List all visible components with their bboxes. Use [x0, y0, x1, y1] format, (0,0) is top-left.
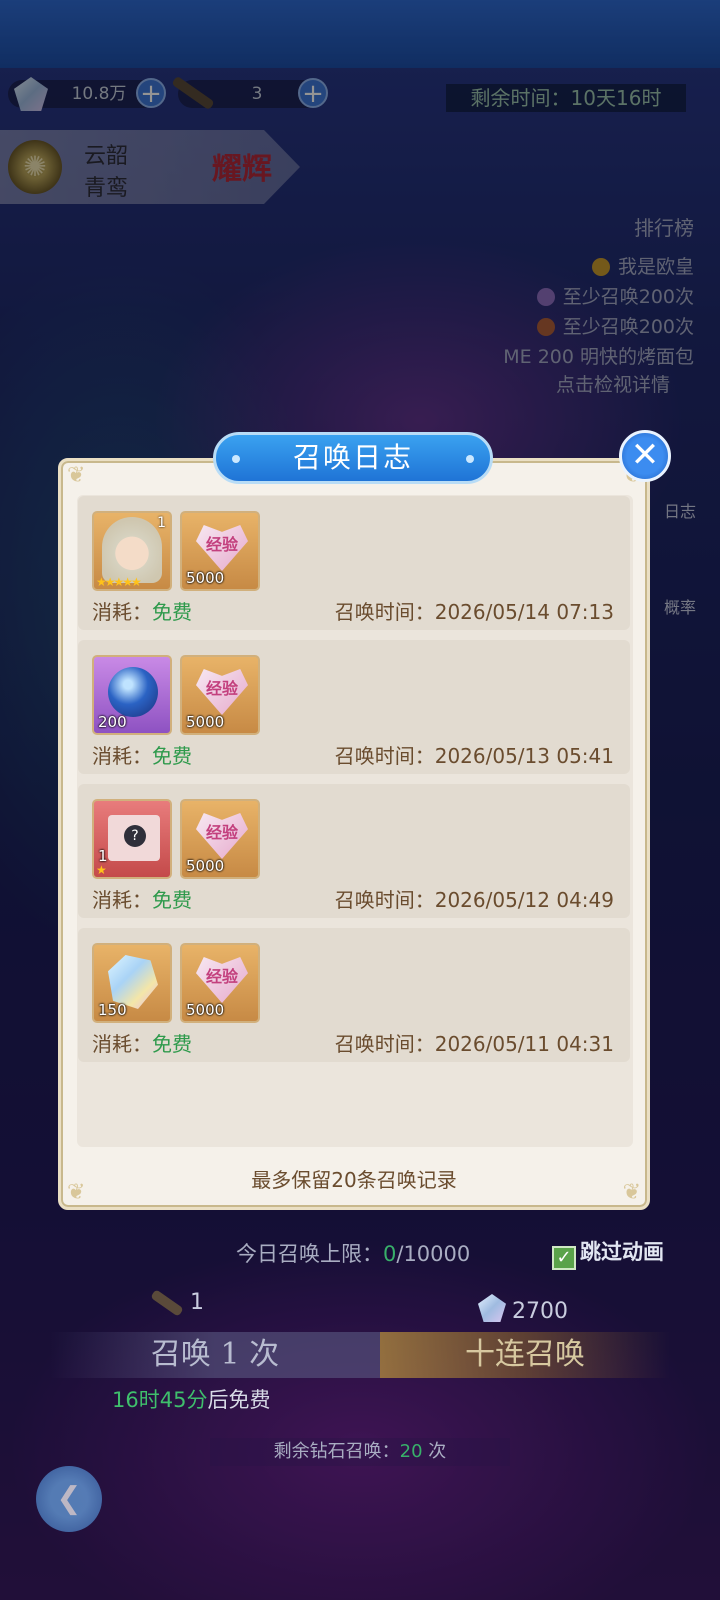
diamond-icon — [478, 1294, 506, 1322]
diamond-cost: 2700 — [478, 1290, 568, 1324]
exp-heart-icon: 经验 — [196, 957, 248, 1003]
remaining-diamond-summons: 剩余钻石召唤：20 次 — [210, 1438, 510, 1466]
mystery-box-icon: ? — [108, 815, 160, 861]
close-icon: ✕ — [630, 435, 660, 475]
cost-text: 消耗：免费 — [92, 888, 192, 912]
reward-item[interactable]: 经验 5000 — [180, 799, 260, 879]
log-footer-note: 最多保留20条召唤记录 — [251, 1168, 457, 1192]
summon-time: 召唤时间：2026/05/14 07:13 — [334, 600, 614, 624]
stick-cost: 1 — [150, 1289, 204, 1317]
title-dot-icon — [232, 455, 240, 463]
reward-item[interactable]: ? 1 ★ — [92, 799, 172, 879]
reward-item[interactable]: 200 — [92, 655, 172, 735]
summon-stick-icon — [150, 1289, 184, 1317]
log-entry: ? 1 ★ 经验 5000 消耗：免费 召唤时间：2026/05/12 04:4… — [78, 784, 630, 918]
log-entry: 200 经验 5000 消耗：免费 召唤时间：2026/05/13 05:41 — [78, 640, 630, 774]
star-rating: ★★★★★ — [96, 575, 142, 589]
dialog-title: 召唤日志 — [213, 432, 493, 484]
summon-time: 召唤时间：2026/05/13 05:41 — [334, 744, 614, 768]
corner-ornament-icon: ❦ — [67, 463, 86, 488]
summon-once-button[interactable]: 召唤 1 次 — [50, 1332, 380, 1378]
reward-item[interactable]: 1 ★★★★★ — [92, 511, 172, 591]
exp-heart-icon: 经验 — [196, 813, 248, 859]
skip-animation-toggle[interactable]: ✓ 跳过动画 — [552, 1236, 664, 1270]
reward-item[interactable]: 经验 5000 — [180, 943, 260, 1023]
reward-item[interactable]: 经验 5000 — [180, 655, 260, 735]
cost-text: 消耗：免费 — [92, 600, 192, 624]
exp-heart-icon: 经验 — [196, 525, 248, 571]
checkbox-checked-icon: ✓ — [552, 1246, 576, 1270]
reward-item[interactable]: 经验 5000 — [180, 511, 260, 591]
close-button[interactable]: ✕ — [619, 430, 671, 482]
hero-portrait-icon — [102, 517, 162, 583]
free-countdown: 16时45分后免费 — [112, 1388, 271, 1412]
cost-text: 消耗：免费 — [92, 1032, 192, 1056]
summon-time: 召唤时间：2026/05/11 04:31 — [334, 1032, 614, 1056]
back-button[interactable]: ❮ — [36, 1466, 102, 1532]
summon-time: 召唤时间：2026/05/12 04:49 — [334, 888, 614, 912]
title-dot-icon — [466, 455, 474, 463]
reward-item[interactable]: 150 — [92, 943, 172, 1023]
log-entry: 150 经验 5000 消耗：免费 召唤时间：2026/05/11 04:31 — [78, 928, 630, 1062]
daily-limit: 今日召唤上限：0/10000 — [236, 1242, 471, 1266]
star-rating: ★ — [96, 863, 107, 877]
exp-heart-icon: 经验 — [196, 669, 248, 715]
crystal-orb-icon — [108, 667, 158, 717]
cost-text: 消耗：免费 — [92, 744, 192, 768]
back-arrow-icon: ❮ — [56, 1481, 82, 1516]
summon-ten-button[interactable]: 十连召唤 — [380, 1332, 670, 1378]
log-entry: 1 ★★★★★ 经验 5000 消耗：免费 召唤时间：2026/05/14 07… — [78, 496, 630, 630]
